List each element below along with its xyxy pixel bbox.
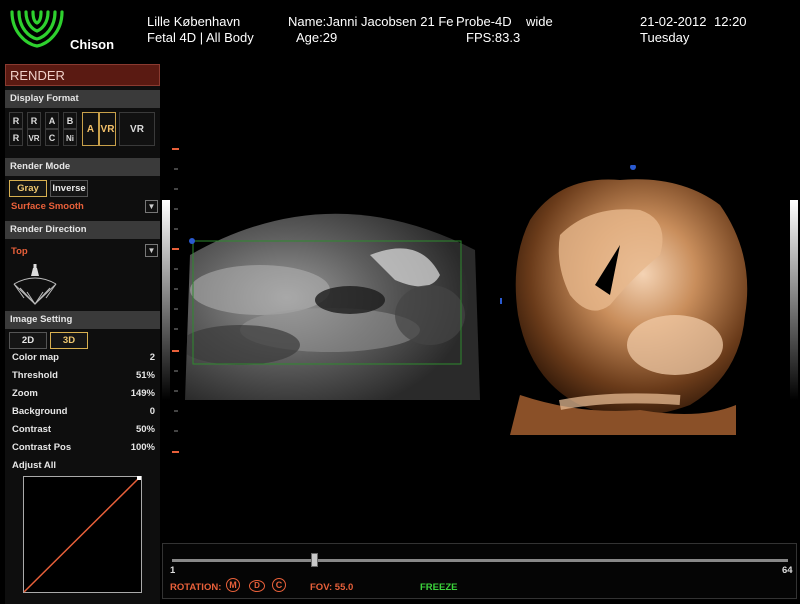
section-image-setting: Image Setting [5,311,160,329]
rotation-label: ROTATION: [170,582,222,593]
frame-slider-track[interactable] [172,559,788,562]
inverse-button[interactable]: Inverse [50,180,88,197]
fps-readout: FPS:83.3 [466,30,521,45]
weekday: Tuesday [640,30,690,45]
fov-readout: FOV: 55.0 [310,582,354,593]
gray-button[interactable]: Gray [9,180,47,197]
rotation-d-button[interactable]: D [249,580,265,592]
param-threshold[interactable]: Threshold 51% [12,370,155,384]
format-vr-button[interactable]: VR [99,112,116,146]
rotation-c-button[interactable]: C [272,578,286,592]
format-button[interactable]: R [27,112,41,129]
patient-name: Name:Janni Jacobsen 21 Fe [288,14,454,29]
format-button[interactable]: VR [27,129,41,146]
format-single-vr-button[interactable]: VR [119,112,155,146]
chison-logo-icon [10,10,64,48]
ultrasound-3d-render[interactable] [500,165,770,437]
section-render-direction: Render Direction [5,221,160,239]
render-direction-value: Top [11,246,28,257]
param-zoom[interactable]: Zoom 149% [12,388,155,402]
format-button[interactable]: C [45,129,59,146]
param-contrast[interactable]: Contrast 50% [12,424,155,438]
date: 21-02-2012 [640,14,707,29]
rotation-m-button[interactable]: M [226,578,240,592]
format-button[interactable]: R [9,112,23,129]
logo-text: Chison [70,37,115,52]
patient-age: Age:29 [296,30,338,45]
slider-max-label: 64 [782,565,793,576]
ultrasound-2d-image[interactable] [180,195,485,400]
format-a-button[interactable]: A [82,112,99,146]
time: 12:20 [714,14,747,29]
render-mode-value: Surface Smooth [11,201,84,212]
param-contrast-pos[interactable]: Contrast Pos 100% [12,442,155,456]
probe-name: Probe-4D [456,14,512,29]
format-button[interactable]: A [45,112,59,129]
section-display-format: Display Format [5,90,160,108]
probe-direction-icon [13,264,57,305]
param-color-map[interactable]: Color map 2 [12,352,155,366]
gray-curve-graph[interactable] [23,476,142,593]
freeze-status: FREEZE [420,582,458,593]
right-gray-scale-bar [790,200,798,400]
render-direction-dropdown-icon[interactable]: ▼ [145,244,158,257]
panel-title: RENDER [5,64,160,86]
format-button[interactable]: B [63,112,77,129]
2d-button[interactable]: 2D [9,332,47,349]
param-adjust-all[interactable]: Adjust All [12,460,155,474]
frame-slider-thumb[interactable] [310,553,318,567]
render-mode-dropdown-icon[interactable]: ▼ [145,200,158,213]
exam-preset: Fetal 4D | All Body [147,30,254,45]
section-render-mode: Render Mode [5,158,160,176]
gray-scale-bar [162,200,170,400]
format-button[interactable]: R [9,129,23,146]
3d-button[interactable]: 3D [50,332,88,349]
param-background[interactable]: Background 0 [12,406,155,420]
slider-min-label: 1 [170,565,176,576]
probe-mode: wide [526,14,553,29]
format-button[interactable]: Ni [63,129,77,146]
hospital-name: Lille København [147,14,241,29]
